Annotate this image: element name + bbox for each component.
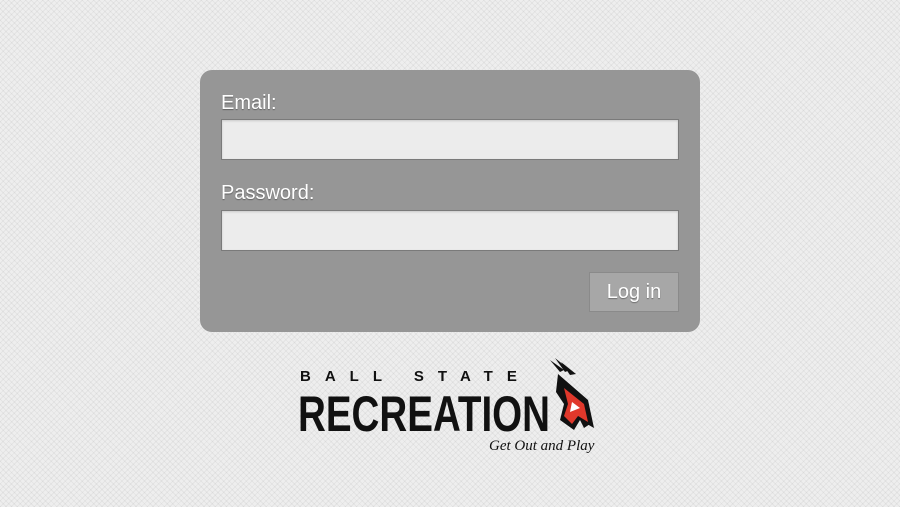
logo-tagline: Get Out and Play bbox=[489, 438, 595, 454]
login-panel: Email: Password: Log in bbox=[200, 70, 700, 332]
email-input[interactable] bbox=[221, 119, 679, 160]
password-label: Password: bbox=[221, 182, 315, 204]
logo-top-text: BALL STATE bbox=[300, 368, 531, 385]
cardinal-bird-icon bbox=[550, 358, 594, 430]
logo-graphic: BALL STATE RECREATION Get Out and Play bbox=[298, 358, 595, 454]
login-button[interactable]: Log in bbox=[589, 272, 679, 312]
password-input[interactable] bbox=[221, 210, 679, 251]
ball-state-recreation-logo: BALL STATE RECREATION Get Out and Play bbox=[298, 358, 608, 458]
logo-main-text: RECREATION bbox=[298, 386, 550, 442]
email-label: Email: bbox=[221, 92, 277, 114]
